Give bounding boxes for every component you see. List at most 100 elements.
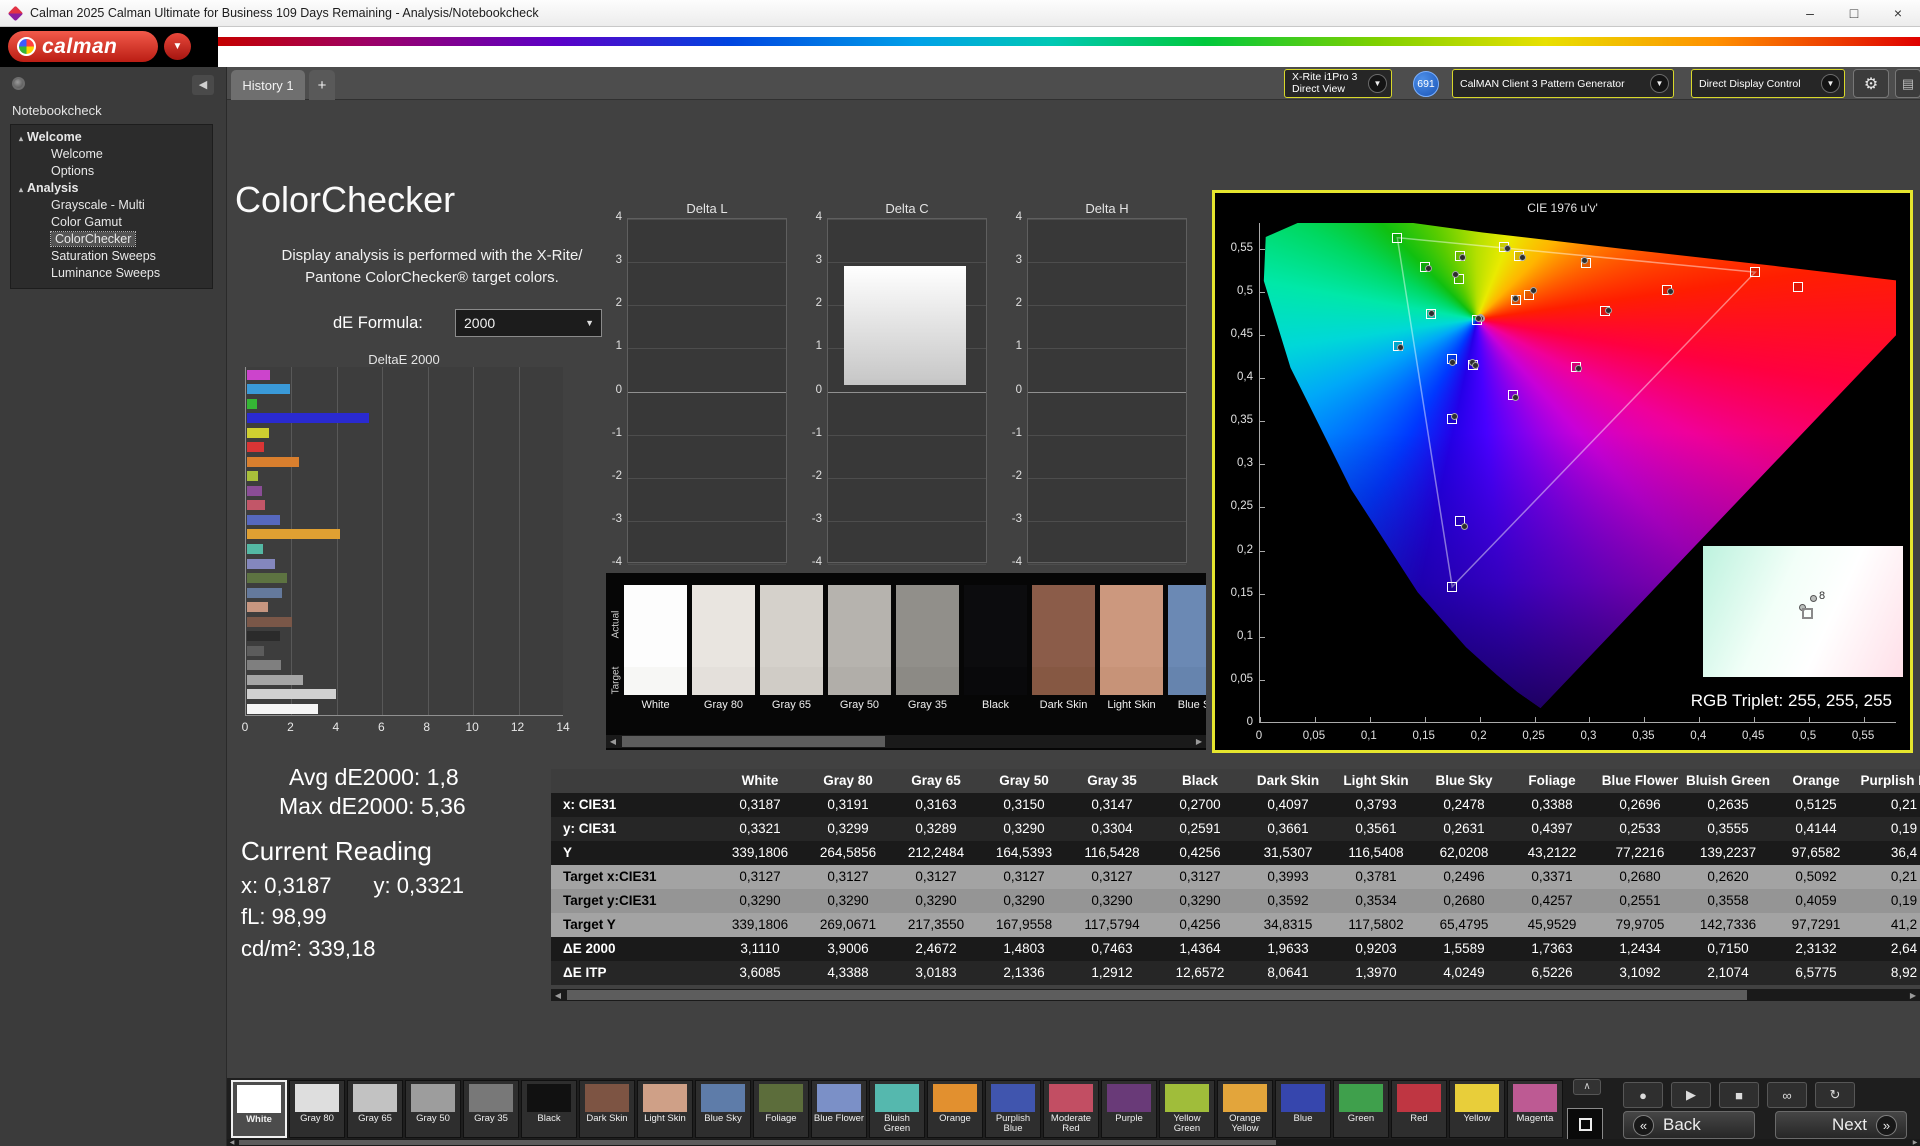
axis-tick-label: 2 [600,297,622,309]
pattern-button-orange[interactable]: Orange [927,1080,983,1138]
axis-tick-label: -3 [600,513,622,525]
pattern-label: Yellow [1450,1114,1504,1134]
de-formula-select[interactable]: 2000 ▼ [455,309,602,337]
sidebar-item-welcome[interactable]: ▴Welcome [11,129,212,146]
column-header: Orange [1772,769,1860,793]
pattern-button-foliage[interactable]: Foliage [753,1080,809,1138]
sidebar-item-analysis[interactable]: ▴Analysis [11,180,212,197]
pattern-button-gray-65[interactable]: Gray 65 [347,1080,403,1138]
pattern-bar-expand-button[interactable]: ∧ [1573,1079,1601,1095]
pattern-button-yellow-green[interactable]: Yellow Green [1159,1080,1215,1138]
sidebar-item-options[interactable]: Options [11,163,212,180]
table-cell: 0,3290 [716,889,804,913]
pattern-button-light-skin[interactable]: Light Skin [637,1080,693,1138]
pattern-button-yellow[interactable]: Yellow [1449,1080,1505,1138]
scroll-right-icon[interactable]: ▶ [1192,737,1206,746]
swatch-strip-scrollbar[interactable]: ◀ ▶ [606,735,1206,748]
pattern-bar-scrollbar[interactable]: ◀ ▶ [227,1139,1920,1146]
layout-button[interactable]: ▤ [1895,69,1920,98]
axis-tick-label: 0,15 [1217,587,1253,599]
column-header: White [716,769,804,793]
table-row-target-y: Target Y339,1806269,0671217,3550167,9558… [551,913,1920,937]
axis-tick-label: 0,35 [1217,414,1253,426]
pattern-label: White [233,1115,285,1135]
pattern-button-green[interactable]: Green [1333,1080,1389,1138]
axis-tick-label: 0,3 [1217,457,1253,469]
scrollbar-track[interactable] [620,735,1192,748]
pattern-button-moderate-red[interactable]: Moderate Red [1043,1080,1099,1138]
tab-history-1[interactable]: History 1 [231,70,305,100]
scrollbar-thumb[interactable] [622,736,885,747]
minimize-button[interactable]: – [1788,5,1832,21]
add-tab-button[interactable]: + [309,70,335,100]
pattern-button-black[interactable]: Black [521,1080,577,1138]
scroll-left-icon[interactable]: ◀ [606,737,620,746]
scroll-right-icon[interactable]: ▶ [1910,1139,1920,1146]
grid-icon: ▤ [1902,76,1914,92]
scrollbar-track[interactable] [237,1139,1910,1146]
sidebar-item-colorchecker[interactable]: ColorChecker [11,231,212,248]
next-button[interactable]: Next » [1775,1111,1907,1139]
table-scrollbar[interactable]: ◀ ▶ [551,989,1920,1001]
pattern-button-white[interactable]: White [231,1080,287,1138]
pattern-button-gray-35[interactable]: Gray 35 [463,1080,519,1138]
pattern-button-blue-flower[interactable]: Blue Flower [811,1080,867,1138]
settings-button[interactable]: ⚙ [1853,69,1889,98]
pattern-button-dark-skin[interactable]: Dark Skin [579,1080,635,1138]
scroll-right-icon[interactable]: ▶ [1906,991,1920,1000]
continuous-icon: ∞ [1782,1088,1791,1103]
back-button[interactable]: « Back [1623,1111,1755,1139]
sidebar-item-saturation-sweeps[interactable]: Saturation Sweeps [11,248,212,265]
logo-menu-button[interactable]: ▼ [164,33,191,60]
delta-h-plot: 43210-1-2-3-4 [1027,218,1187,563]
table-row--e-2000: ΔE 20003,11103,90062,46721,48030,74631,4… [551,937,1920,961]
sidebar-collapse-button[interactable]: ◀ [192,75,214,95]
scrollbar-thumb[interactable] [567,990,1747,1000]
axis-tick-label: 12 [509,720,527,734]
pattern-label: Moderate Red [1044,1114,1098,1134]
meter-dropdown[interactable]: X-Rite i1Pro 3 Direct View ▼ [1284,69,1392,98]
pattern-swatch [1513,1084,1557,1112]
pattern-button-gray-80[interactable]: Gray 80 [289,1080,345,1138]
refresh-button[interactable]: ↻ [1815,1082,1855,1108]
gridline [628,564,786,565]
column-header: Bluish Green [1684,769,1772,793]
pattern-button-purple[interactable]: Purple [1101,1080,1157,1138]
measured-marker [1605,307,1612,314]
maximize-button[interactable]: □ [1832,5,1876,21]
pattern-window-button[interactable] [1567,1108,1603,1140]
axis-tick-label: -4 [600,556,622,568]
pattern-button-purplish-blue[interactable]: Purplish Blue [985,1080,1041,1138]
sidebar-item-grayscale-multi[interactable]: Grayscale - Multi [11,197,212,214]
pattern-button-gray-50[interactable]: Gray 50 [405,1080,461,1138]
display-control-dropdown[interactable]: Direct Display Control ▼ [1691,69,1845,98]
target-swatch [896,667,959,695]
scroll-left-icon[interactable]: ◀ [551,991,565,1000]
pattern-button-bluish-green[interactable]: Bluish Green [869,1080,925,1138]
pattern-button-magenta[interactable]: Magenta [1507,1080,1563,1138]
pattern-button-blue-sky[interactable]: Blue Sky [695,1080,751,1138]
pattern-button-orange-yellow[interactable]: Orange Yellow [1217,1080,1273,1138]
record-button[interactable]: ● [1623,1082,1663,1108]
sidebar-item-color-gamut[interactable]: Color Gamut [11,214,212,231]
pattern-button-red[interactable]: Red [1391,1080,1447,1138]
calman-logo[interactable]: calman [8,31,158,62]
table-cell: 0,3793 [1332,793,1420,817]
scroll-left-icon[interactable]: ◀ [227,1139,237,1146]
scrollbar-thumb[interactable] [239,1140,1276,1145]
table-cell: 2,1074 [1684,961,1772,985]
pattern-button-blue[interactable]: Blue [1275,1080,1331,1138]
source-dropdown[interactable]: CalMAN Client 3 Pattern Generator ▼ [1452,69,1674,98]
close-button[interactable]: × [1876,5,1920,21]
scrollbar-track[interactable] [565,989,1906,1001]
continuous-button[interactable]: ∞ [1767,1082,1807,1108]
sidebar-item-welcome[interactable]: Welcome [11,146,212,163]
stop-button[interactable]: ■ [1719,1082,1759,1108]
play-button[interactable]: ▶ [1671,1082,1711,1108]
pattern-swatch [1049,1084,1093,1112]
axis-tick-label: 6 [372,720,390,734]
sidebar-item-luminance-sweeps[interactable]: Luminance Sweeps [11,265,212,282]
main-area: History 1 + X-Rite i1Pro 3 Direct View ▼… [227,67,1920,1078]
table-cell: 167,9558 [980,913,1068,937]
rainbow-stripe [218,37,1920,46]
